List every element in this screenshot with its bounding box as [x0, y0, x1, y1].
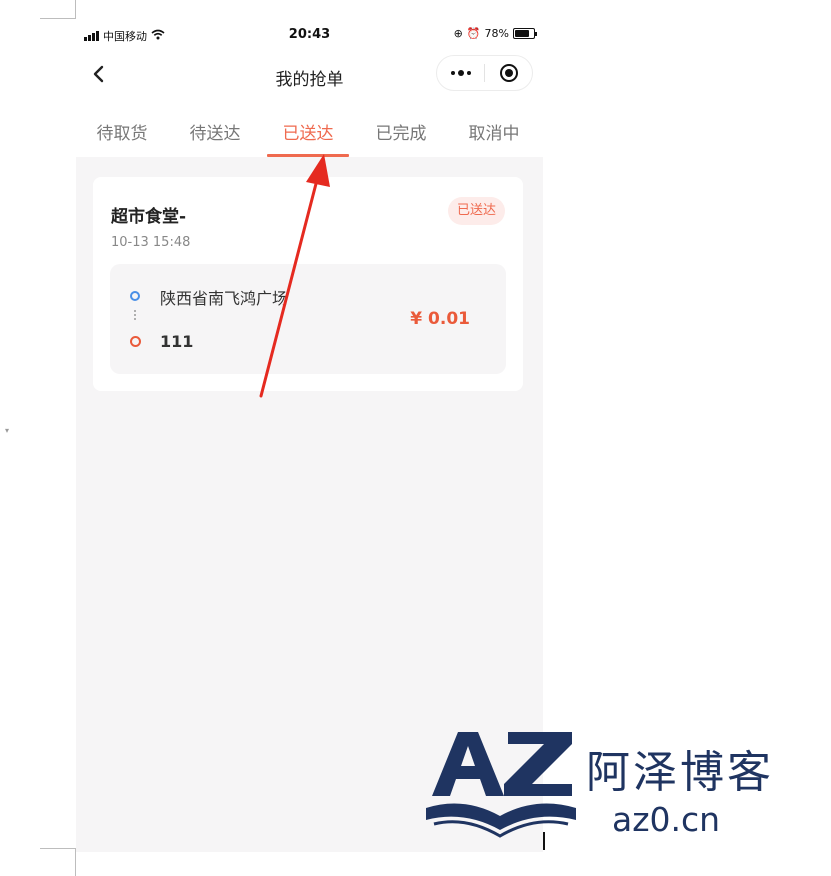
- battery-icon: [513, 28, 537, 39]
- page-corner-mark: [40, 848, 76, 849]
- close-miniprogram-button[interactable]: [485, 56, 532, 90]
- tab-delivered[interactable]: 已送达: [268, 119, 348, 144]
- dropoff-dot-icon: [130, 336, 141, 347]
- target-icon: [499, 64, 518, 82]
- watermark: 阿泽博客 az0.cn: [424, 724, 794, 844]
- status-badge: 已送达: [447, 197, 505, 225]
- status-bar: 中国移动 20:43 ⊕ ⏰ 78%: [76, 24, 543, 46]
- more-dots-icon: [450, 70, 471, 76]
- header-area: 中国移动 20:43 ⊕ ⏰ 78% 我的抢单 待取货 待送达 已送达 已完成 …: [76, 0, 543, 157]
- battery-percent: 78%: [484, 27, 509, 40]
- order-tabs: 待取货 待送达 已送达 已完成 取消中: [76, 110, 543, 157]
- margin-caret-icon: ▾: [5, 426, 10, 435]
- more-button[interactable]: [437, 56, 484, 90]
- order-price: ¥ 0.01: [410, 309, 470, 329]
- location-icon: ⊕: [453, 27, 463, 40]
- az-logo-icon: [426, 732, 576, 838]
- battery-level: [515, 30, 529, 37]
- dropoff-address: 111: [160, 332, 194, 351]
- tab-pending-pickup[interactable]: 待取货: [82, 119, 162, 144]
- page-corner-mark: [75, 848, 76, 876]
- route-connector: [134, 310, 136, 320]
- shop-name: 超市食堂-: [111, 207, 187, 227]
- watermark-domain: az0.cn: [612, 800, 721, 839]
- alarm-icon: ⏰: [466, 27, 481, 40]
- tab-cancelling[interactable]: 取消中: [454, 119, 534, 144]
- order-time: 10-13 15:48: [111, 235, 191, 250]
- active-tab-indicator: [267, 154, 349, 157]
- miniprogram-capsule: [436, 55, 533, 91]
- page-corner-mark: [40, 18, 76, 19]
- nav-bar: 我的抢单: [76, 55, 543, 95]
- order-card[interactable]: 超市食堂- 10-13 15:48 已送达 陕西省南飞鸿广场 111 ¥ 0.0…: [93, 177, 523, 391]
- pickup-dot-icon: [130, 291, 140, 301]
- pickup-address: 陕西省南飞鸿广场: [160, 289, 289, 308]
- tab-completed[interactable]: 已完成: [361, 119, 441, 144]
- route-box: 陕西省南飞鸿广场 111 ¥ 0.01: [110, 264, 506, 374]
- watermark-brand: 阿泽博客: [586, 747, 774, 798]
- status-right: ⊕ ⏰ 78%: [453, 27, 537, 40]
- tab-pending-delivery[interactable]: 待送达: [175, 119, 255, 144]
